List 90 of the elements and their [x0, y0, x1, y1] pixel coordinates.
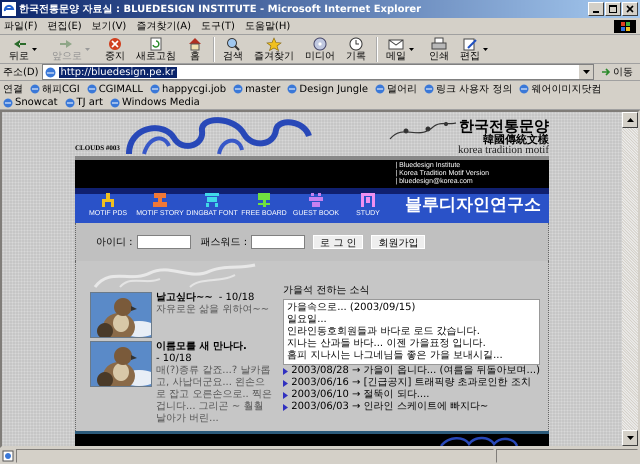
link-button[interactable]: 해피CGI [30, 82, 80, 96]
link-button[interactable]: master [233, 84, 280, 94]
close-icon [626, 5, 634, 13]
envelope-icon [388, 36, 404, 50]
toolbar-button[interactable]: 메일 [376, 36, 423, 62]
bullet-icon [283, 392, 288, 398]
scroll-up-button[interactable] [622, 112, 638, 128]
go-button[interactable]: 이동 [597, 65, 637, 79]
go-arrow-icon [601, 67, 611, 77]
toolbar-button[interactable]: 즐겨찾기 [249, 36, 299, 62]
toolbar-button[interactable]: 검색 [213, 36, 248, 62]
menu-item[interactable]: 즐겨찾기(A) [136, 19, 191, 33]
news-line: 일요일... [287, 314, 328, 326]
caret-icon [483, 48, 488, 50]
search-icon [225, 36, 241, 50]
post-date: - 10/18 [218, 292, 254, 304]
link-button[interactable]: 링크 사용자 정의 [424, 82, 512, 96]
id-label: 아이디 : [96, 236, 133, 249]
menu-item[interactable]: 도움말(H) [244, 19, 290, 33]
link-button[interactable]: Snowcat [3, 97, 58, 108]
link-button[interactable]: happycgi.job [150, 84, 226, 94]
stop-icon [107, 36, 123, 50]
toolbar-button[interactable]: 뒤로 [4, 36, 46, 62]
browser-icon [2, 2, 16, 16]
clock-icon [348, 36, 364, 50]
close-button[interactable] [622, 2, 638, 16]
dropdown-icon[interactable] [582, 70, 590, 74]
maximize-button[interactable] [605, 2, 621, 16]
link-button[interactable]: CGIMALL [86, 84, 143, 94]
toolbar-button[interactable]: 새로고침 [131, 36, 181, 62]
disc-icon [312, 36, 328, 50]
post-date: - 10/18 [156, 353, 192, 365]
post-excerpt: 매(?)종류 같죠...? 날카롭고, 사납더군요... 왼손으로 잡고 오른손으로.. 찍은겁니다... 그리곤 ~ 훨훨 날아가 버린... [156, 365, 273, 425]
scroll-down-button[interactable] [622, 430, 638, 446]
toolbar-button[interactable]: 홈 [182, 36, 208, 62]
post-title[interactable]: 이름모를 새 만나다. [156, 341, 247, 353]
site-name: 블루디자인연구소 [405, 194, 541, 216]
up-arrow-icon [626, 118, 634, 122]
news-line: 가을속으로... (2003/09/15) [287, 302, 416, 314]
toolbar-button[interactable]: 기록 [341, 36, 371, 62]
logo-title: 한국전통문양 [459, 119, 549, 134]
refresh-icon [148, 36, 164, 50]
news-line: 홈피 지나시는 나그네님들 좋은 가을 보내시길... [287, 350, 504, 362]
news-link[interactable]: 2003/06/16 → [긴급공지] 트래픽량 초과로인한 조치 [291, 377, 531, 389]
toolbar-button[interactable]: 인쇄 [424, 36, 454, 62]
news-title: 가을석 전하는 소식 [283, 285, 371, 297]
news-link[interactable]: 2003/06/10 → 절뚝이 되다.... [291, 389, 430, 401]
windows-logo-icon [614, 20, 636, 32]
caret-icon [32, 48, 37, 50]
id-field[interactable] [136, 235, 191, 249]
post-excerpt: 자유로운 삶을 위하여~~ [156, 304, 270, 316]
link-button[interactable]: Design Jungle [287, 84, 368, 94]
link-button[interactable]: TJ art [64, 97, 103, 108]
post-title[interactable]: 날고싶다~~ [156, 292, 213, 304]
link-button[interactable]: Windows Media [110, 97, 200, 108]
menu-item[interactable]: 도구(T) [201, 19, 235, 33]
address-field[interactable]: http://bluedesign.pe.kr [42, 64, 594, 80]
star-icon [266, 36, 282, 50]
caret-icon [409, 48, 414, 50]
menu-item[interactable]: 파일(F) [4, 19, 38, 33]
news-line: 인라인동호회원들과 바다로 로드 갔습니다. [287, 326, 481, 338]
logo-hanja: 韓國傳統文樣 [483, 134, 549, 145]
menu-item[interactable]: 편집(E) [48, 19, 82, 33]
join-button[interactable]: 회원가입 [371, 235, 426, 249]
bullet-icon [283, 404, 288, 410]
link-button[interactable]: 웨어이미지닷컴 [519, 82, 602, 96]
window-title: 한국전통문양 자료실 : BLUEDESIGN INSTITUTE - Microsoft Internet Explorer [19, 3, 422, 16]
logo-subtitle: korea tradition motif [458, 145, 549, 156]
pencil-icon [462, 36, 478, 50]
toolbar-button[interactable]: 편집 [455, 36, 497, 62]
toolbar-button[interactable]: 중지 [100, 36, 130, 62]
bullet-icon [283, 380, 288, 386]
caret-icon [85, 48, 90, 50]
news-link[interactable]: 2003/08/28 → 가을이 옵니다... (여름을 뒤돌아보며...) [291, 365, 540, 377]
link-button[interactable]: 덜어리 [375, 82, 417, 96]
news-line: 지나는 산과들 바다... 이젠 가을표정 입니다. [287, 338, 487, 350]
password-field[interactable] [251, 235, 306, 249]
printer-icon [431, 36, 447, 50]
links-label: 연결 [3, 83, 23, 96]
password-label: 패스워드 : [200, 236, 248, 249]
toolbar-button[interactable]: 미디어 [300, 36, 340, 62]
bullet-icon [283, 368, 288, 374]
address-label: 주소(D) [3, 66, 39, 79]
home-icon [187, 36, 203, 50]
menu-item[interactable]: 보기(V) [92, 19, 126, 33]
down-arrow-icon [626, 436, 634, 440]
login-button[interactable]: 로 그 인 [313, 235, 364, 249]
news-link[interactable]: 2003/06/03 → 인라인 스케이트에 빠지다~ [291, 401, 488, 413]
maximize-icon [609, 5, 617, 13]
minimize-button[interactable] [588, 2, 604, 16]
